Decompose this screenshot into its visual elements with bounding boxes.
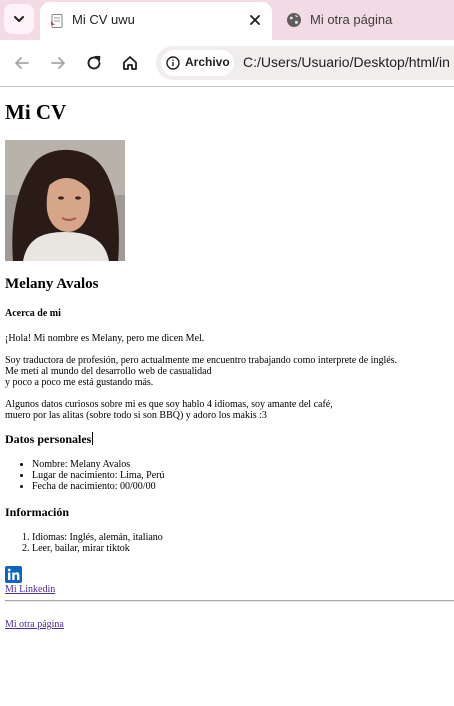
profile-photo — [5, 140, 125, 261]
home-icon — [123, 56, 137, 70]
list-item: Idiomas: Inglés, alemán, italiano — [32, 532, 163, 543]
linkedin-link[interactable]: Mi Linkedin — [5, 584, 55, 595]
tab-title: Mi otra página — [310, 12, 393, 27]
tab-close-button[interactable] — [246, 11, 264, 29]
linkedin-icon[interactable] — [5, 566, 22, 583]
globe-icon — [287, 13, 301, 27]
browser-toolbar: Archivo C:/Users/Usuario/Desktop/html/in — [0, 40, 454, 87]
site-info-chip[interactable]: Archivo — [161, 50, 234, 76]
divider — [5, 600, 454, 602]
document-favicon-icon — [51, 14, 63, 28]
home-button[interactable] — [118, 51, 142, 75]
tab-title: Mi CV uwu — [72, 12, 135, 27]
reload-icon — [87, 55, 101, 70]
close-icon — [250, 15, 260, 25]
chevron-down-icon — [14, 16, 24, 22]
personal-data-heading: Datos personales — [5, 432, 94, 447]
list-item: Fecha de nacimiento: 00/00/00 — [32, 481, 164, 492]
tab-strip: Mi CV uwu Mi otra página — [0, 0, 454, 40]
tab-mi-cv[interactable]: Mi CV uwu — [40, 2, 272, 40]
facts-line: Algunos datos curiosos sobre mi es que s… — [5, 399, 333, 410]
info-title: Información — [5, 505, 69, 519]
info-icon — [166, 56, 180, 70]
text-cursor — [92, 432, 94, 445]
site-info-label: Archivo — [185, 55, 230, 69]
back-button[interactable] — [10, 51, 34, 75]
bio-line: Soy traductora de profesión, pero actual… — [5, 355, 398, 366]
about-title: Acerca de mi — [5, 308, 61, 319]
facts-line: muero por las alitas (sobre todo si son … — [5, 410, 267, 421]
list-item: Lugar de nacimiento: Lima, Perú — [32, 470, 164, 481]
arrow-left-icon — [15, 57, 29, 69]
personal-data-title: Datos personales — [5, 432, 92, 446]
list-item: Leer, bailar, mirar tiktok — [32, 543, 163, 554]
greeting-text: ¡Hola! Mi nombre es Melany, pero me dice… — [5, 333, 205, 344]
person-name: Melany Avalos — [5, 276, 99, 292]
tab-otra-pagina[interactable]: Mi otra página — [278, 2, 454, 38]
bio-line: Me metí al mundo del desarrollo web de c… — [5, 366, 212, 377]
tab-search-button[interactable] — [4, 4, 34, 34]
info-list: Idiomas: Inglés, alemán, italiano Leer, … — [32, 532, 163, 554]
address-bar[interactable]: Archivo C:/Users/Usuario/Desktop/html/in — [156, 46, 454, 80]
reload-button[interactable] — [82, 51, 106, 75]
forward-button[interactable] — [46, 51, 70, 75]
personal-data-list: Nombre: Melany Avalos Lugar de nacimient… — [32, 459, 164, 492]
other-page-link[interactable]: Mi otra página — [5, 619, 64, 630]
page-title: Mi CV — [5, 100, 67, 124]
bio-line: y poco a poco me está gustando más. — [5, 377, 154, 388]
arrow-right-icon — [51, 57, 65, 69]
url-text[interactable]: C:/Users/Usuario/Desktop/html/in — [243, 54, 450, 70]
list-item: Nombre: Melany Avalos — [32, 459, 164, 470]
